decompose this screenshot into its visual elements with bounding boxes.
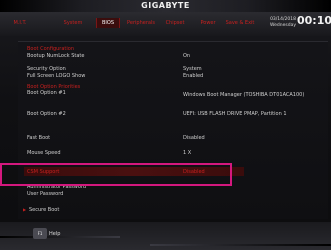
value-bootup-numlock[interactable]: On — [183, 53, 190, 59]
setting-security-option[interactable]: Security Option — [27, 66, 66, 72]
setting-boot-option-2[interactable]: Boot Option #2 — [27, 111, 66, 117]
tab-mit[interactable]: M.I.T. — [8, 18, 32, 28]
bios-window: GIGABYTE M.I.T. System BIOS Peripherals … — [0, 0, 331, 250]
callout-highlight-box — [0, 163, 232, 186]
setting-fast-boot[interactable]: Fast Boot — [27, 135, 50, 141]
day-text: Wednesday — [269, 22, 296, 28]
setting-user-password[interactable]: User Password — [27, 191, 63, 197]
tab-power[interactable]: Power — [198, 18, 218, 28]
brand-bar: GIGABYTE — [0, 0, 331, 12]
setting-mouse-speed[interactable]: Mouse Speed — [27, 150, 61, 156]
brand-logo: GIGABYTE — [141, 1, 190, 10]
submenu-arrow-icon: ▶ — [23, 207, 27, 212]
tab-save-exit[interactable]: Save & Exit — [224, 18, 256, 28]
value-fast-boot[interactable]: Disabled — [183, 135, 205, 141]
help-key-icon[interactable]: F1 — [33, 228, 47, 239]
tab-system[interactable]: System — [62, 18, 84, 28]
tab-chipset[interactable]: Chipset — [163, 18, 187, 28]
value-boot-option-1[interactable]: Windows Boot Manager (TOSHIBA DT01ACA100… — [183, 92, 304, 98]
setting-boot-option-1[interactable]: Boot Option #1 — [27, 90, 66, 96]
clock-time: 00:10 — [297, 14, 331, 27]
value-full-screen-logo[interactable]: Enabled — [183, 73, 203, 79]
help-label[interactable]: Help — [49, 231, 60, 237]
setting-secure-boot[interactable]: Secure Boot — [29, 207, 59, 213]
setting-bootup-numlock[interactable]: Bootup NumLock State — [27, 53, 84, 59]
footer-decoration-right — [150, 244, 331, 246]
tab-bios[interactable]: BIOS — [96, 18, 120, 28]
value-mouse-speed[interactable]: 1 X — [183, 150, 191, 156]
clock-date: 03/14/2018 Wednesday — [256, 17, 296, 28]
value-security-option[interactable]: System — [183, 66, 202, 72]
setting-full-screen-logo[interactable]: Full Screen LOGO Show — [27, 73, 85, 79]
section-boot-configuration: Boot Configuration — [27, 46, 75, 52]
tab-peripherals[interactable]: Peripherals — [125, 18, 157, 28]
value-boot-option-2[interactable]: UEFI: USB FLASH DRIVE PMAP, Partition 1 — [183, 111, 287, 117]
